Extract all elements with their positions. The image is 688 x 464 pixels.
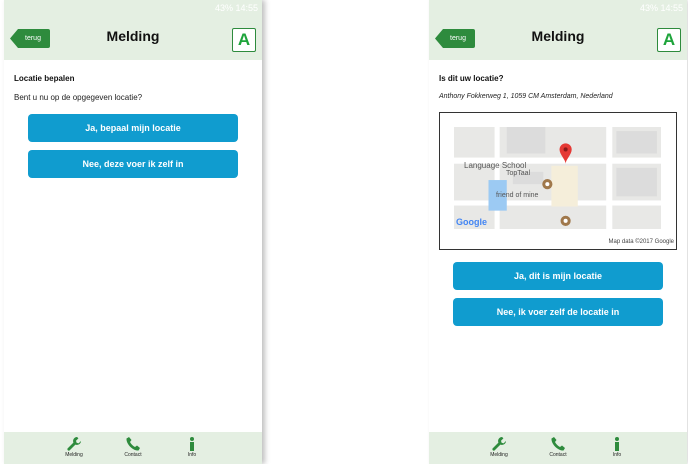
map-label-friend: friend of mine — [496, 192, 538, 199]
content: Locatie bepalen Bent u nu op de opgegeve… — [4, 74, 262, 178]
content: Is dit uw locatie? Anthony Fokkerweg 1, … — [429, 74, 687, 326]
info-icon — [172, 436, 212, 452]
map-attribution: Map data ©2017 Google — [608, 239, 674, 245]
page-title: Melding — [106, 28, 160, 44]
tab-bar: Melding Contact Info — [4, 432, 262, 464]
confirm-location-button[interactable]: Ja, dit is mijn locatie — [453, 262, 663, 290]
status-bar: 43% 14:55 — [429, 0, 687, 16]
tab-melding[interactable]: Melding — [479, 436, 519, 458]
logo-letter: A — [237, 30, 251, 49]
page-title: Melding — [531, 28, 585, 44]
manual-location-button[interactable]: Nee, ik voer zelf de locatie in — [453, 298, 663, 326]
wrench-icon — [54, 436, 94, 452]
status-text: 43% 14:55 — [214, 3, 258, 13]
info-icon — [597, 436, 637, 452]
map-place1-sub: TopTaal — [506, 170, 531, 177]
google-logo: Google — [456, 217, 487, 227]
map-place2: friend of mine — [496, 192, 539, 199]
tab-bar: Melding Contact Info — [429, 432, 687, 464]
tab-label: Melding — [490, 452, 508, 458]
map-label-school: Language School — [464, 161, 526, 170]
question-text: Bent u nu op de opgegeven locatie? — [14, 93, 143, 102]
section-title: Is dit uw locatie? — [439, 74, 504, 83]
map-place1: Language School — [464, 161, 527, 170]
map-view[interactable]: Language School TopTaal friend of mine G… — [454, 127, 661, 229]
map-label-school-sub: TopTaal — [506, 170, 530, 177]
map-graphic — [454, 127, 661, 229]
tab-contact[interactable]: Contact — [538, 436, 578, 458]
right-screen: 43% 14:55 terug Melding A Is dit uw loca… — [429, 0, 687, 464]
confirm-location-button[interactable]: Ja, bepaal mijn locatie — [28, 114, 238, 142]
logo-letter: A — [662, 30, 676, 49]
header: terug Melding A — [4, 16, 262, 60]
status-text: 43% 14:55 — [639, 3, 683, 13]
wrench-icon — [479, 436, 519, 452]
tab-contact[interactable]: Contact — [113, 436, 153, 458]
map-frame: Language School TopTaal friend of mine G… — [439, 112, 677, 250]
tab-label: Contact — [549, 452, 567, 458]
app-logo: A — [657, 28, 681, 52]
tab-label: Info — [187, 452, 197, 458]
manual-location-button[interactable]: Nee, deze voer ik zelf in — [28, 150, 238, 178]
tab-label: Contact — [124, 452, 142, 458]
tab-label: Melding — [65, 452, 83, 458]
tab-info[interactable]: Info — [597, 436, 637, 458]
header: terug Melding A — [429, 16, 687, 60]
tab-info[interactable]: Info — [172, 436, 212, 458]
tab-melding[interactable]: Melding — [54, 436, 94, 458]
address-text: Anthony Fokkerweg 1, 1059 CM Amsterdam, … — [439, 93, 613, 100]
app-logo: A — [232, 28, 256, 52]
left-screen: 43% 14:55 terug Melding A Locatie bepale… — [4, 0, 262, 464]
tab-label: Info — [612, 452, 622, 458]
phone-icon — [538, 436, 578, 452]
status-bar: 43% 14:55 — [4, 0, 262, 16]
phone-icon — [113, 436, 153, 452]
section-title: Locatie bepalen — [14, 74, 75, 83]
